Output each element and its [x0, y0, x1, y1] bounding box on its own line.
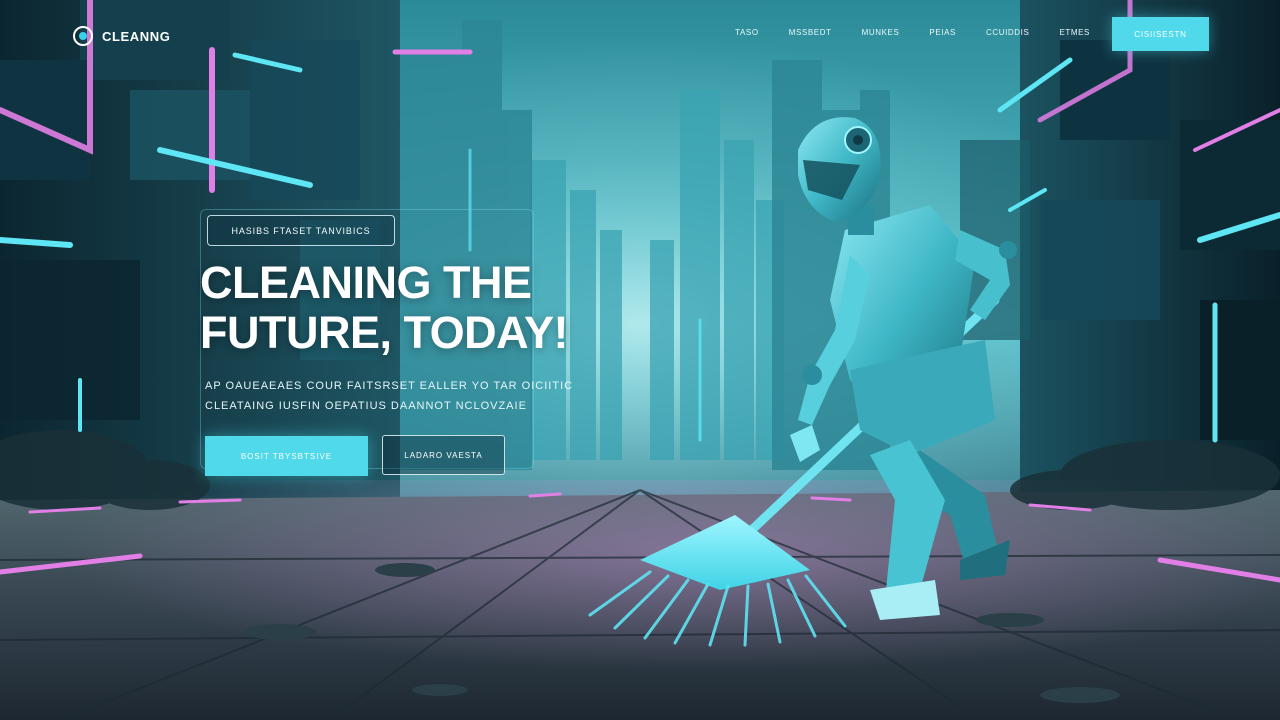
nav-cta-button[interactable]: CISIISESTN: [1112, 17, 1209, 51]
hero-tag-badge: HASIBS FTASET TANVIBICS: [207, 215, 395, 246]
brand-name: CLEANNG: [102, 28, 171, 44]
hero-primary-button[interactable]: BOSIT TBYSBTSIVE: [205, 436, 368, 476]
ring-logo-icon: [73, 26, 93, 46]
hero-background-scene: [0, 0, 1280, 720]
hero-subtitle-line-1: AP OAUEAEAES COUR FAITSRSET EALLER YO TA…: [205, 380, 574, 392]
hero-title-line-1: CLEANING THE: [200, 257, 532, 308]
nav-item-3[interactable]: MUNKES: [862, 28, 900, 37]
hero-secondary-button[interactable]: LADARO VAESTA: [382, 435, 505, 475]
nav-item-5[interactable]: CCUIDDIS: [986, 28, 1029, 37]
brand[interactable]: CLEANNG: [73, 23, 170, 49]
hero-subtitle: AP OAUEAEAES COUR FAITSRSET EALLER YO TA…: [205, 376, 573, 416]
nav-item-2[interactable]: MSSBEDT: [789, 28, 832, 37]
main-nav: TASO MSSBEDT MUNKES PEIAS CCUIDDIS ETMES: [735, 28, 1090, 37]
hero-subtitle-line-2: CLEATAING IUSFIN OEPATIUS DAANNOT NCLOVZ…: [205, 400, 527, 412]
nav-item-4[interactable]: PEIAS: [929, 28, 956, 37]
hero-title-line-2: FUTURE, TODAY!: [200, 307, 569, 358]
hero-title: CLEANING THE FUTURE, TODAY!: [200, 257, 569, 358]
nav-item-6[interactable]: ETMES: [1059, 28, 1090, 37]
nav-item-1[interactable]: TASO: [735, 28, 759, 37]
